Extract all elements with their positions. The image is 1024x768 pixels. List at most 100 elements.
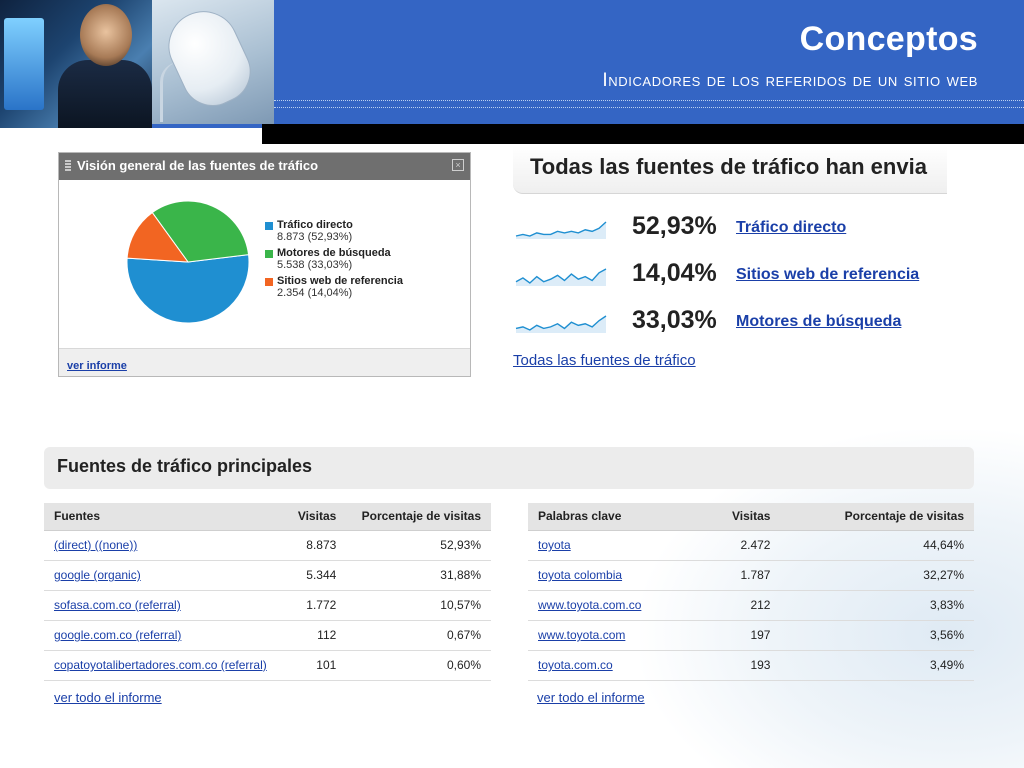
source-link[interactable]: (direct) ((none)) — [54, 538, 137, 552]
source-percent: 14,04% — [632, 259, 717, 287]
keyword-link[interactable]: toyota.com.co — [538, 658, 613, 672]
table-cell: copatoyotalibertadores.com.co (referral) — [44, 650, 286, 681]
sparkline-referral — [515, 268, 607, 286]
table-cell: 1.787 — [699, 560, 781, 591]
header-banner: Conceptos Indicadores de los referidos d… — [0, 0, 1024, 128]
column-header[interactable]: Porcentaje de visitas — [346, 503, 491, 531]
table-cell: 5.344 — [285, 560, 347, 591]
legend-value: 5.538 (33,03%) — [277, 259, 353, 271]
sparkline-search — [515, 315, 607, 333]
table-cell: 8.873 — [285, 530, 347, 561]
table-cell: 0,67% — [346, 620, 491, 651]
table-cell: 3,56% — [780, 620, 974, 651]
table-cell: 3,49% — [780, 650, 974, 681]
table-header-row: Palabras clave Visitas Porcentaje de vis… — [528, 503, 974, 531]
legend-item-referral: Sitios web de referencia 2.354 (14,04%) — [265, 275, 403, 299]
table-cell: 0,60% — [346, 650, 491, 681]
table-cell: toyota.com.co — [528, 650, 700, 681]
source-link-search[interactable]: Motores de búsqueda — [736, 313, 901, 331]
table-cell: toyota colombia — [528, 560, 700, 591]
keywords-table: Palabras clave Visitas Porcentaje de vis… — [528, 503, 974, 681]
top-sources-section-header: Fuentes de tráfico principales — [44, 447, 974, 489]
table-cell: 101 — [285, 650, 347, 681]
table-cell: google.com.co (referral) — [44, 620, 286, 651]
legend-swatch — [265, 250, 273, 258]
keyword-link[interactable]: www.toyota.com — [538, 628, 625, 642]
source-row-direct: 52,93% Tráfico directo — [515, 210, 975, 246]
table-cell: 3,83% — [780, 590, 974, 621]
legend-value: 2.354 (14,04%) — [277, 287, 353, 299]
table-cell: 52,93% — [346, 530, 491, 561]
source-link[interactable]: copatoyotalibertadores.com.co (referral) — [54, 658, 267, 672]
table-cell: 2.472 — [699, 530, 781, 561]
traffic-pie-chart — [126, 200, 250, 324]
column-header[interactable]: Palabras clave — [528, 503, 700, 531]
table-cell: www.toyota.com.co — [528, 590, 700, 621]
table-cell: 112 — [285, 620, 347, 651]
section-title: Fuentes de tráfico principales — [57, 456, 313, 476]
table-row: www.toyota.com 197 3,56% — [528, 620, 974, 651]
table-cell: 31,88% — [346, 560, 491, 591]
slide-subtitle: Indicadores de los referidos de un sitio… — [602, 70, 978, 91]
table-cell: 197 — [699, 620, 781, 651]
source-percent: 33,03% — [632, 306, 717, 334]
table-row: google (organic) 5.344 31,88% — [44, 560, 491, 591]
legend-label: Tráfico directo — [277, 219, 353, 231]
table-row: (direct) ((none)) 8.873 52,93% — [44, 530, 491, 561]
legend-item-search: Motores de búsqueda 5.538 (33,03%) — [265, 247, 403, 271]
sources-panel-header: Todas las fuentes de tráfico han envia — [513, 146, 947, 194]
table-row: toyota colombia 1.787 32,27% — [528, 560, 974, 591]
drag-handle-icon[interactable] — [65, 160, 71, 172]
all-traffic-sources-link[interactable]: Todas las fuentes de tráfico — [513, 352, 696, 369]
slide-title: Conceptos — [799, 20, 978, 58]
legend-swatch — [265, 222, 273, 230]
source-link-referral[interactable]: Sitios web de referencia — [736, 266, 919, 284]
legend-item-direct: Tráfico directo 8.873 (52,93%) — [265, 219, 403, 243]
sources-table: Fuentes Visitas Porcentaje de visitas (d… — [44, 503, 491, 681]
column-header[interactable]: Fuentes — [44, 503, 286, 531]
pie-slice-direct[interactable] — [126, 254, 250, 324]
traffic-overview-widget: Visión general de las fuentes de tráfico… — [58, 152, 471, 377]
table-header-row: Fuentes Visitas Porcentaje de visitas — [44, 503, 491, 531]
legend-value: 8.873 (52,93%) — [277, 231, 353, 243]
keyword-link[interactable]: toyota — [538, 538, 571, 552]
column-header[interactable]: Visitas — [285, 503, 347, 531]
table-cell: 44,64% — [780, 530, 974, 561]
pie-legend: Tráfico directo 8.873 (52,93%) Motores d… — [265, 219, 403, 303]
sources-panel-heading: Todas las fuentes de tráfico han envia — [530, 154, 927, 179]
keyword-link[interactable]: toyota colombia — [538, 568, 622, 582]
user-at-computer-image — [0, 0, 152, 128]
sources-view-all-link[interactable]: ver todo el informe — [54, 690, 162, 705]
widget-header: Visión general de las fuentes de tráfico… — [59, 153, 470, 180]
table-cell: 10,57% — [346, 590, 491, 621]
source-percent: 52,93% — [632, 212, 717, 240]
source-link[interactable]: google.com.co (referral) — [54, 628, 181, 642]
computer-mouse-image — [152, 0, 274, 124]
table-cell: (direct) ((none)) — [44, 530, 286, 561]
keywords-view-all-link[interactable]: ver todo el informe — [537, 690, 645, 705]
table-row: google.com.co (referral) 112 0,67% — [44, 620, 491, 651]
source-link-direct[interactable]: Tráfico directo — [736, 219, 846, 237]
table-row: sofasa.com.co (referral) 1.772 10,57% — [44, 590, 491, 621]
dotted-divider — [274, 100, 1024, 108]
widget-footer: ver informe — [59, 348, 470, 376]
source-row-search: 33,03% Motores de búsqueda — [515, 304, 975, 340]
widget-title: Visión general de las fuentes de tráfico — [77, 158, 319, 173]
view-report-link[interactable]: ver informe — [67, 360, 127, 372]
table-cell: google (organic) — [44, 560, 286, 591]
sparkline-direct — [515, 221, 607, 239]
table-cell: 32,27% — [780, 560, 974, 591]
source-link[interactable]: google (organic) — [54, 568, 141, 582]
keyword-link[interactable]: www.toyota.com.co — [538, 598, 641, 612]
table-cell: sofasa.com.co (referral) — [44, 590, 286, 621]
legend-label: Sitios web de referencia — [277, 275, 403, 287]
column-header[interactable]: Porcentaje de visitas — [780, 503, 974, 531]
legend-swatch — [265, 278, 273, 286]
header-underline-bar — [262, 124, 1024, 144]
close-icon[interactable]: × — [452, 159, 464, 171]
column-header[interactable]: Visitas — [699, 503, 781, 531]
source-link[interactable]: sofasa.com.co (referral) — [54, 598, 181, 612]
table-cell: 193 — [699, 650, 781, 681]
table-row: toyota 2.472 44,64% — [528, 530, 974, 561]
table-row: toyota.com.co 193 3,49% — [528, 650, 974, 681]
